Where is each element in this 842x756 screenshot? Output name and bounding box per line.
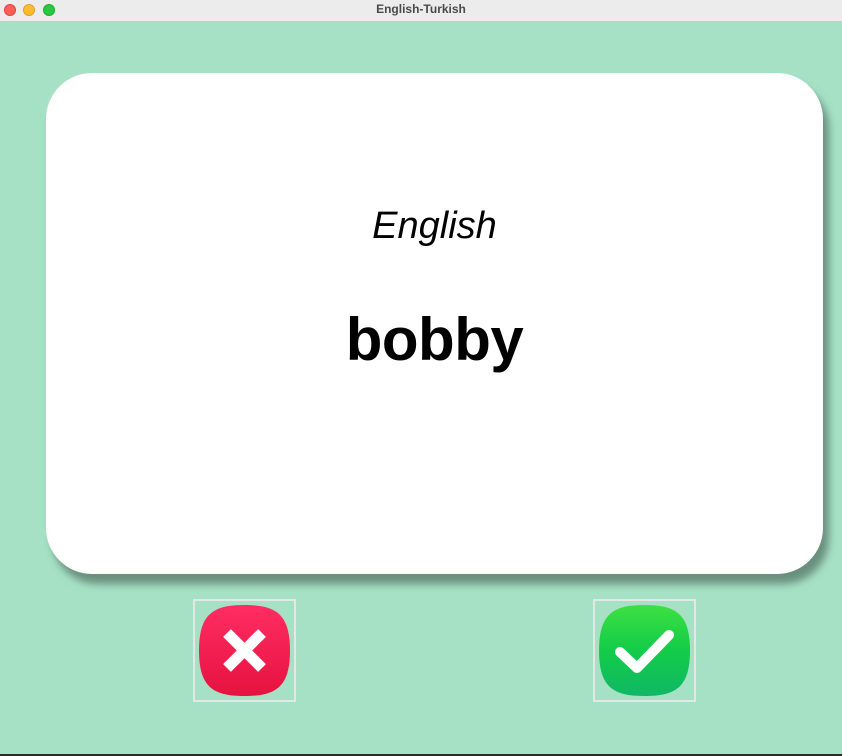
flash-card[interactable]: English bobby — [46, 73, 823, 574]
right-answer-button[interactable] — [593, 599, 696, 702]
card-language-label: English — [372, 205, 497, 247]
title-bar: English-Turkish — [0, 0, 842, 22]
checkmark-icon — [599, 605, 690, 696]
card-word: bobby — [345, 306, 524, 373]
app-window: English-Turkish English bobby — [0, 0, 842, 756]
x-mark-icon — [199, 605, 290, 696]
wrong-answer-button[interactable] — [193, 599, 296, 702]
window-title: English-Turkish — [376, 2, 466, 16]
